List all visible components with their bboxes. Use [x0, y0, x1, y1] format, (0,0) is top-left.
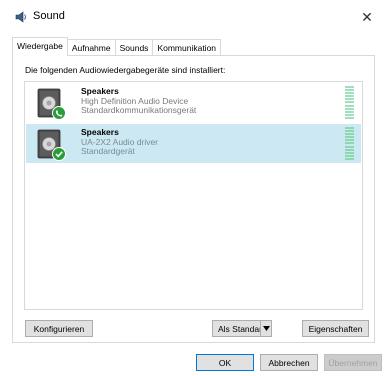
chevron-down-icon [262, 326, 270, 331]
phone-icon [52, 106, 66, 120]
speaker-icon [15, 11, 26, 23]
device-name: Speakers [81, 86, 119, 96]
speaker-device-icon [37, 88, 66, 120]
volume-level-meter [345, 127, 354, 160]
cancel-button[interactable]: Abbrechen [260, 354, 318, 371]
close-button[interactable]: ✕ [348, 0, 386, 34]
close-icon: ✕ [361, 8, 373, 25]
volume-level-meter [345, 86, 354, 119]
tab-sounds[interactable]: Sounds [114, 39, 154, 56]
title-bar: Sound ✕ [0, 0, 386, 34]
properties-button[interactable]: Eigenschaften [302, 320, 369, 337]
speaker-device-icon [37, 129, 66, 161]
window-title: Sound [33, 10, 65, 22]
set-default-button[interactable]: Als Standard [212, 320, 272, 337]
device-status: Standardgerät [81, 146, 135, 156]
tab-strip: Wiedergabe Aufnahme Sounds Kommunikation [12, 37, 222, 56]
check-icon [52, 147, 66, 161]
device-status: Standardkommunikationsgerät [81, 105, 197, 115]
set-default-dropdown[interactable] [260, 320, 272, 337]
ok-button[interactable]: OK [196, 354, 254, 371]
device-list[interactable]: Speakers High Definition Audio Device St… [24, 81, 363, 310]
tab-kommunikation[interactable]: Kommunikation [152, 39, 222, 56]
sound-dialog: Sound ✕ Wiedergabe Aufnahme Sounds Kommu… [0, 0, 386, 376]
device-name: Speakers [81, 127, 119, 137]
tab-wiedergabe[interactable]: Wiedergabe [12, 37, 68, 56]
device-item-ua-2x2[interactable]: Speakers UA-2X2 Audio driver Standardger… [26, 124, 361, 163]
device-item-hd-audio[interactable]: Speakers High Definition Audio Device St… [26, 83, 361, 122]
apply-button[interactable]: Übernehmen [324, 354, 382, 371]
tab-aufnahme[interactable]: Aufnahme [66, 39, 116, 56]
configure-button[interactable]: Konfigurieren [25, 320, 93, 337]
tab-panel: Die folgenden Audiowiedergabegeräte sind… [12, 55, 375, 343]
instructions-text: Die folgenden Audiowiedergabegeräte sind… [25, 65, 226, 75]
